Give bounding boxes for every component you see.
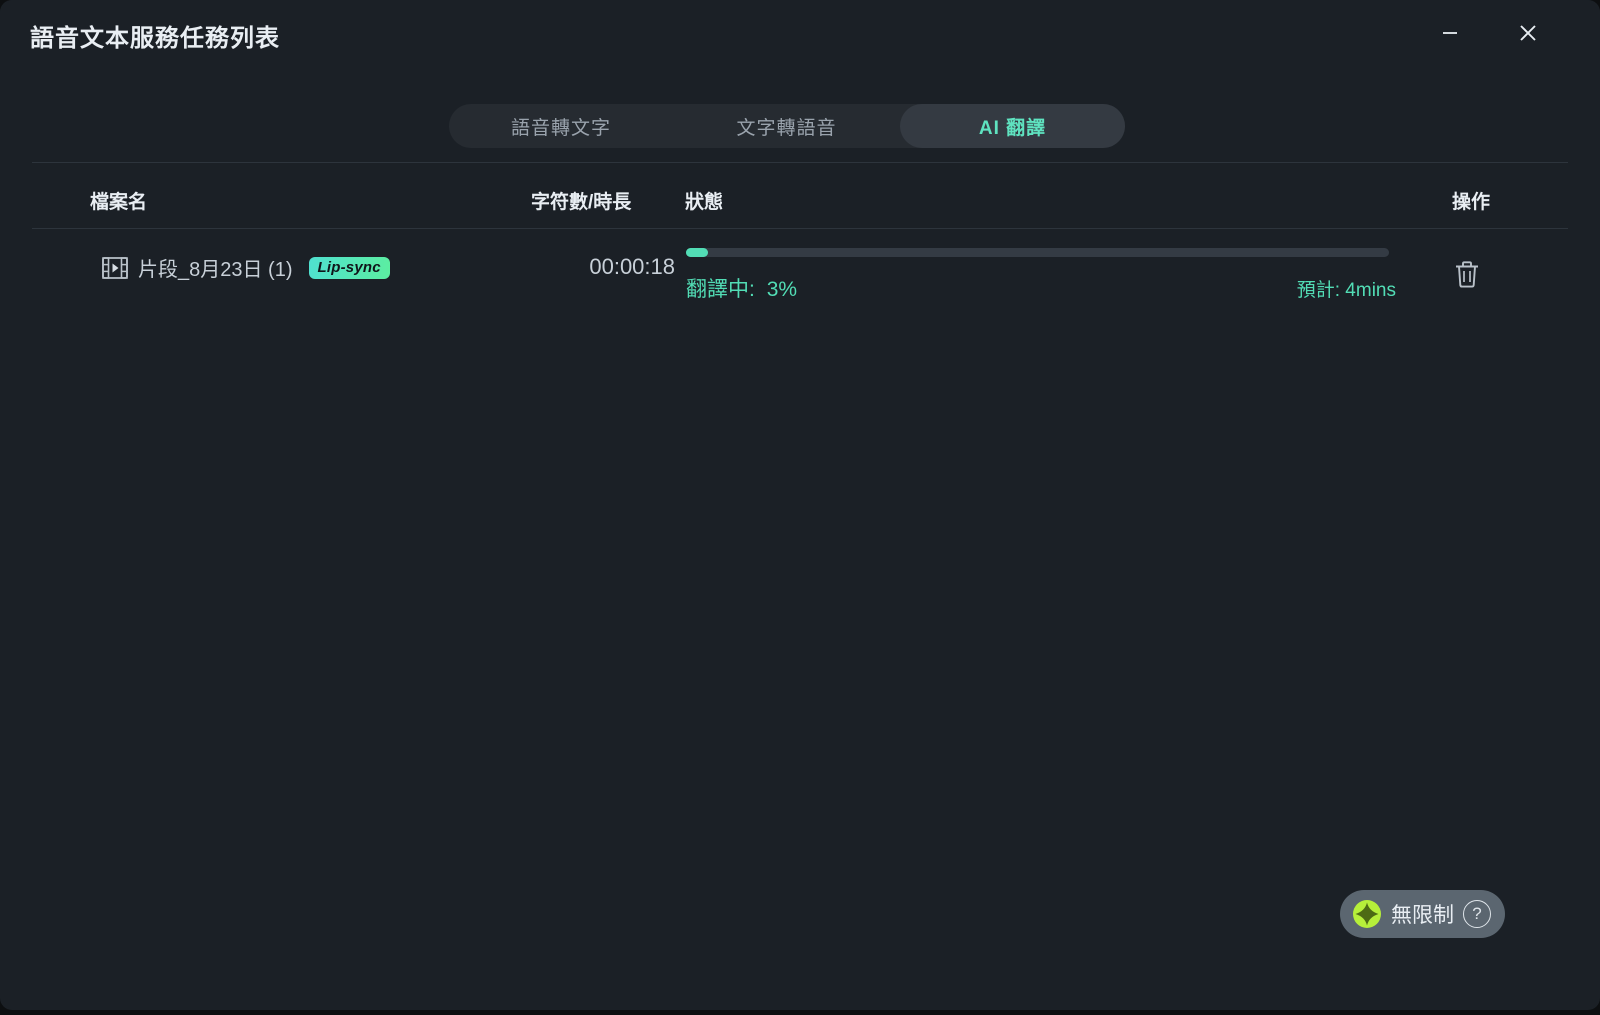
tab-text-to-speech[interactable]: 文字轉語音	[673, 104, 900, 148]
task-list-window: 語音文本服務任務列表 語音轉文字 文字轉語音 AI 翻譯 檔案名 字符數/時長 …	[0, 0, 1600, 1010]
table-row: 片段_8月23日 (1) Lip-sync 00:00:18 翻譯中: 3% 預…	[32, 229, 1568, 315]
progress-bar-fill	[686, 248, 708, 257]
credits-badge[interactable]: 無限制 ?	[1340, 890, 1505, 938]
question-mark-icon[interactable]: ?	[1463, 900, 1491, 928]
close-icon	[1520, 25, 1536, 41]
sparkle-icon	[1353, 900, 1381, 928]
column-header-status: 狀態	[685, 192, 724, 213]
close-button[interactable]	[1505, 10, 1551, 56]
minimize-button[interactable]	[1427, 10, 1473, 56]
credits-label: 無限制	[1391, 904, 1454, 927]
status-percent: 3%	[766, 278, 798, 301]
divider-above-headers	[32, 162, 1568, 163]
column-header-action: 操作	[1452, 192, 1491, 213]
lip-sync-badge: Lip-sync	[308, 256, 390, 279]
column-header-duration: 字符數/時長	[531, 192, 632, 213]
trash-icon	[1456, 261, 1478, 288]
status-text: 翻譯中: 3%	[686, 273, 797, 303]
progress-bar-track	[686, 248, 1389, 257]
film-strip-icon	[102, 256, 128, 279]
minimize-icon	[1443, 32, 1457, 34]
delete-task-button[interactable]	[1432, 251, 1502, 297]
file-name: 片段_8月23日 (1)	[138, 259, 293, 281]
tab-speech-to-text[interactable]: 語音轉文字	[449, 104, 673, 148]
file-cell: 片段_8月23日 (1) Lip-sync	[102, 253, 390, 282]
column-header-filename: 檔案名	[90, 192, 148, 213]
tab-bar: 語音轉文字 文字轉語音 AI 翻譯	[449, 104, 1125, 148]
window-title: 語音文本服務任務列表	[30, 25, 280, 52]
status-label: 翻譯中:	[686, 278, 755, 301]
title-bar: 語音文本服務任務列表	[0, 0, 1600, 66]
eta-text: 預計: 4mins	[1296, 280, 1396, 301]
duration-value: 00:00:18	[589, 254, 675, 279]
tab-ai-translate[interactable]: AI 翻譯	[900, 104, 1125, 148]
